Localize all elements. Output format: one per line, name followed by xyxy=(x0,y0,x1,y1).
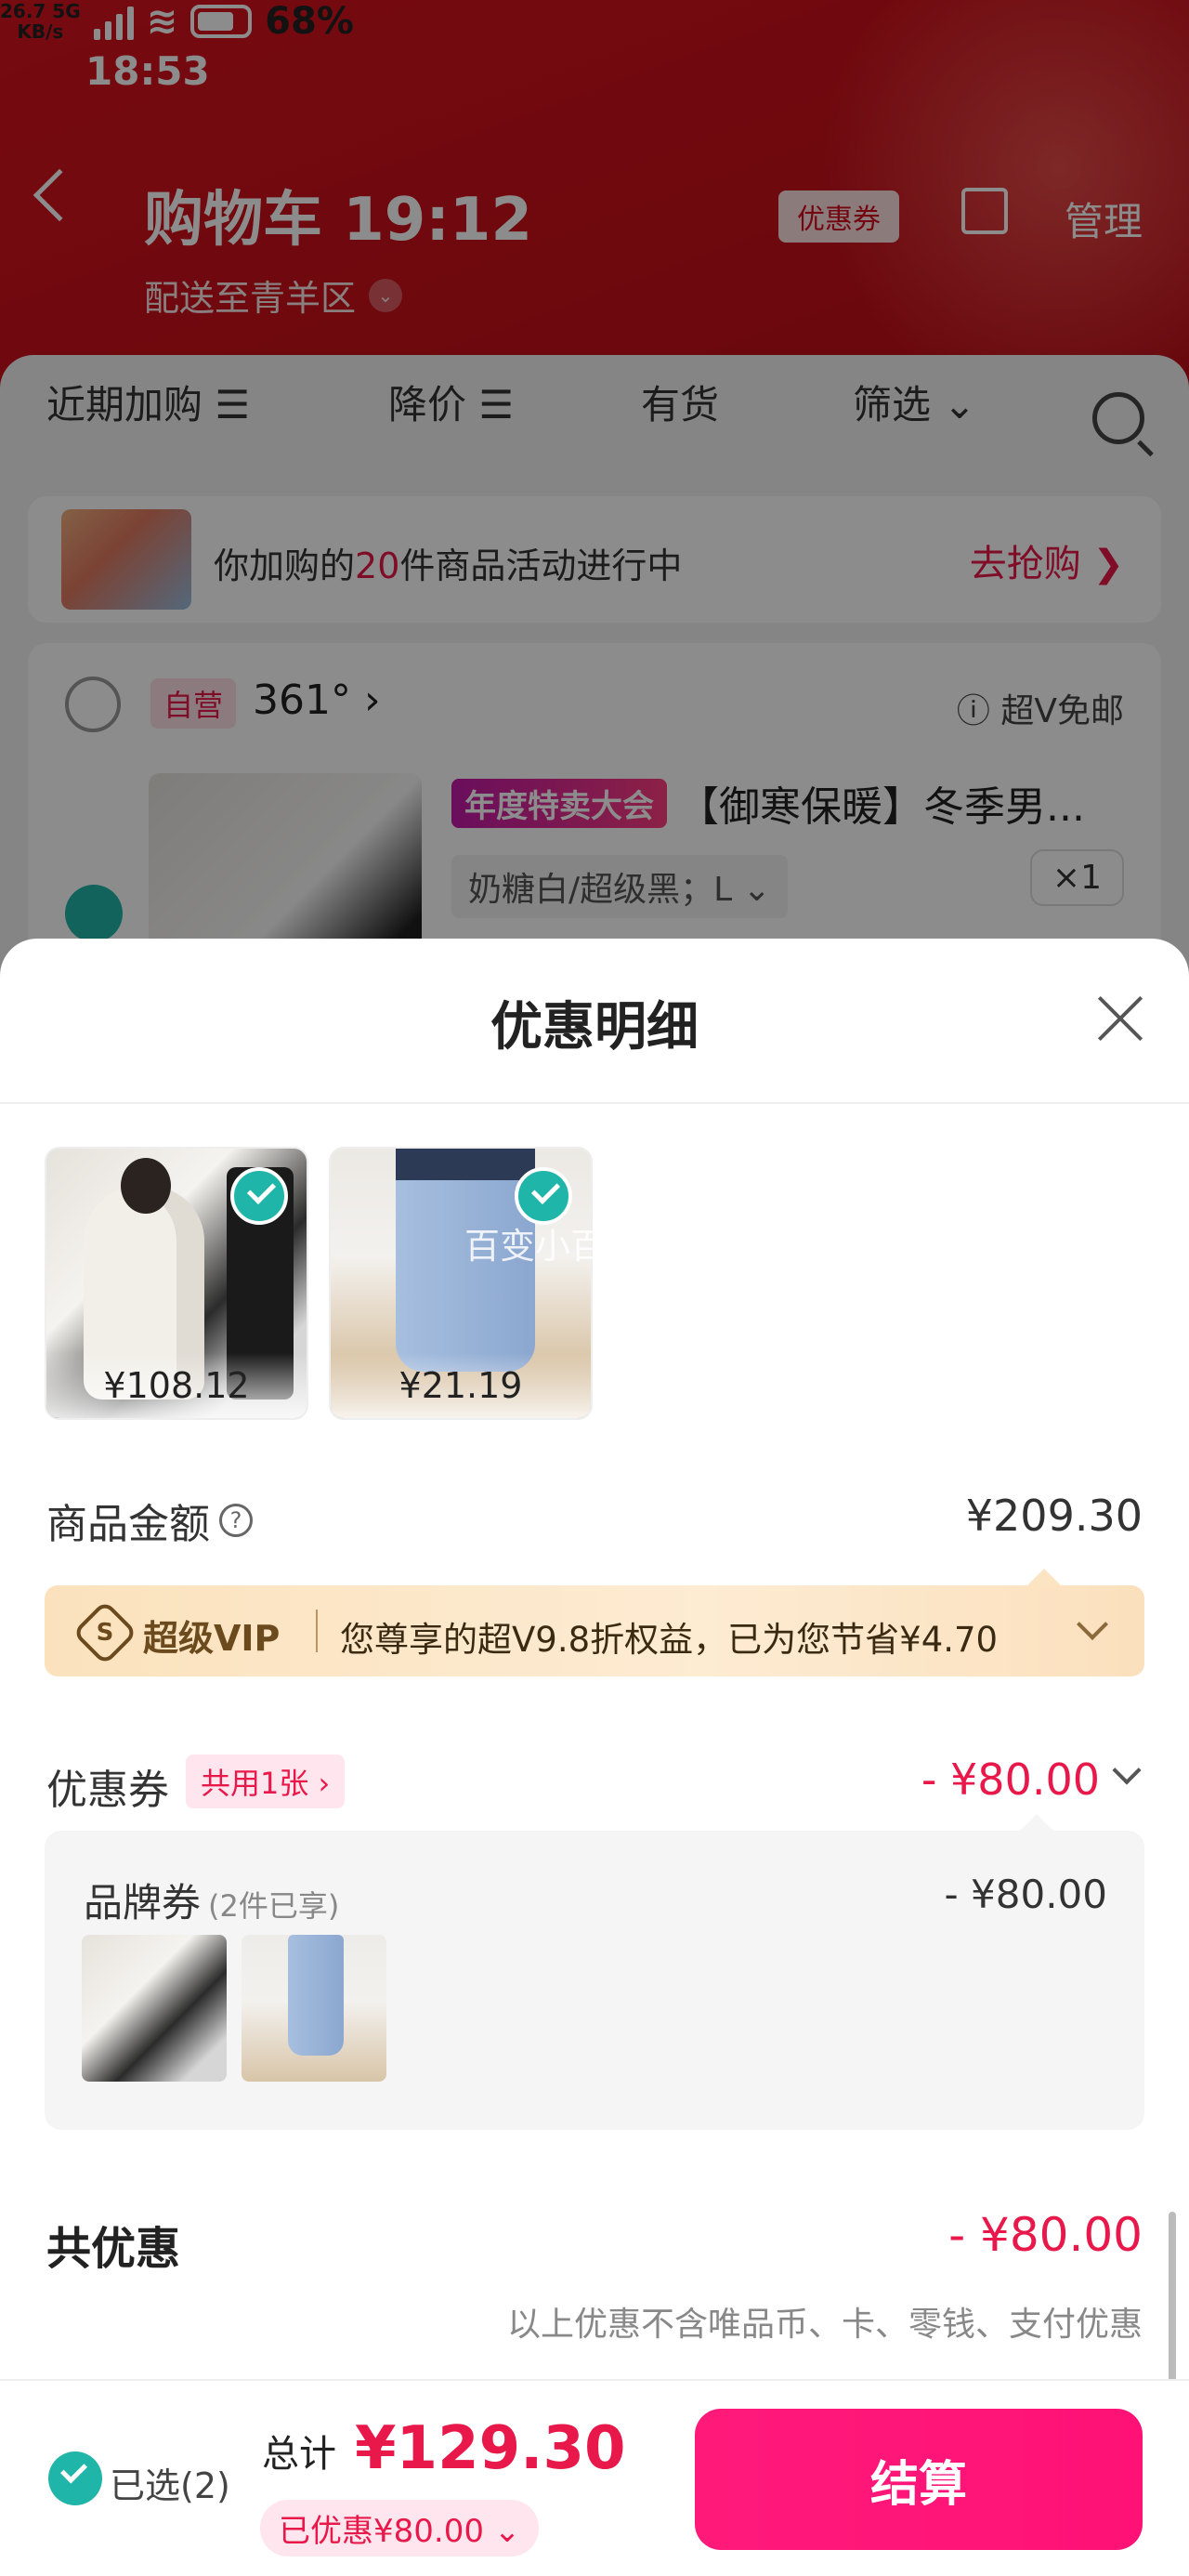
total-discount-label: 共优惠 xyxy=(46,2223,181,2275)
brand-item-thumbnail-pants xyxy=(242,1935,386,2082)
vip-separator xyxy=(316,1610,318,1652)
goods-label-text: 商品金额 xyxy=(46,1501,210,1548)
brand-box-pointer xyxy=(1020,1814,1053,1831)
total-price: ¥129.30 xyxy=(355,2414,626,2483)
check-icon xyxy=(230,1167,288,1225)
discount-summary-chip[interactable]: 已优惠¥80.00 ⌄ xyxy=(260,2500,540,2556)
item-thumbnail-jacket[interactable]: ¥108.12 xyxy=(45,1147,308,1420)
selected-count[interactable]: 已选(2) xyxy=(110,2457,230,2508)
coupon-label: 优惠券 xyxy=(46,1767,169,1814)
discount-disclaimer: 以上优惠不含唯品币、卡、零钱、支付优惠 xyxy=(506,2306,1143,2344)
coupon-shared-badge[interactable]: 共用1张 › xyxy=(186,1755,346,1808)
vip-benefit-text: 您尊享的超V9.8折权益，已为您节省¥4.70 xyxy=(340,1620,999,1660)
watermark: 百变小百货 xyxy=(464,1226,642,1267)
brand-item-thumbnail-jacket xyxy=(82,1935,227,2082)
help-icon[interactable]: ? xyxy=(219,1504,253,1537)
vip-bar-pointer xyxy=(1027,1569,1061,1585)
goods-amount-label: 商品金额 ? xyxy=(46,1491,253,1550)
divider xyxy=(0,1102,1189,1104)
close-icon[interactable] xyxy=(1096,994,1144,1043)
model-head xyxy=(121,1158,171,1214)
item-price: ¥108.12 xyxy=(46,1353,307,1418)
brand-label-text: 品牌券 xyxy=(84,1880,202,1925)
select-all-checkbox[interactable] xyxy=(48,2451,102,2505)
chevron-down-icon xyxy=(1077,1609,1108,1640)
goods-amount-value: ¥209.30 xyxy=(965,1491,1143,1541)
vip-name: 超级VIP xyxy=(143,1618,281,1659)
vip-badge-symbol: S xyxy=(96,1619,114,1647)
brand-coupon-label: 品牌券 (2件已享) xyxy=(84,1872,339,1928)
modal-overlay[interactable] xyxy=(0,0,1189,1022)
item-thumbnail-pants[interactable]: ¥21.19 xyxy=(329,1147,593,1420)
pants-figure xyxy=(288,1935,344,2056)
coupon-amount[interactable]: - ¥80.00 xyxy=(921,1755,1100,1805)
brand-coupon-count: (2件已享) xyxy=(208,1888,340,1924)
total-discount-amount: - ¥80.00 xyxy=(948,2208,1143,2262)
brand-coupon-box: 品牌券 (2件已享) - ¥80.00 xyxy=(45,1814,1144,2130)
check-icon xyxy=(515,1167,572,1225)
item-price: ¥21.19 xyxy=(331,1353,591,1418)
checkout-button[interactable]: 结算 xyxy=(695,2409,1143,2550)
total-price-label: 总计 xyxy=(262,2433,336,2476)
vip-benefit-bar[interactable]: S 超级VIP 您尊享的超V9.8折权益，已为您节省¥4.70 xyxy=(45,1569,1144,1676)
discount-detail-sheet: 优惠明细 ¥108.12 ¥21.19 百变小百货 商品金额 ? ¥209.30… xyxy=(0,939,1189,2576)
chevron-down-icon[interactable] xyxy=(1112,1755,1142,1785)
brand-coupon-amount: - ¥80.00 xyxy=(944,1872,1107,1917)
pants-waist xyxy=(396,1149,535,1180)
checkout-bar: 已选(2) 总计 ¥129.30 已优惠¥80.00 ⌄ 结算 xyxy=(0,2379,1189,2576)
sheet-title: 优惠明细 xyxy=(490,997,699,1058)
vip-badge-icon: S xyxy=(72,1599,138,1666)
